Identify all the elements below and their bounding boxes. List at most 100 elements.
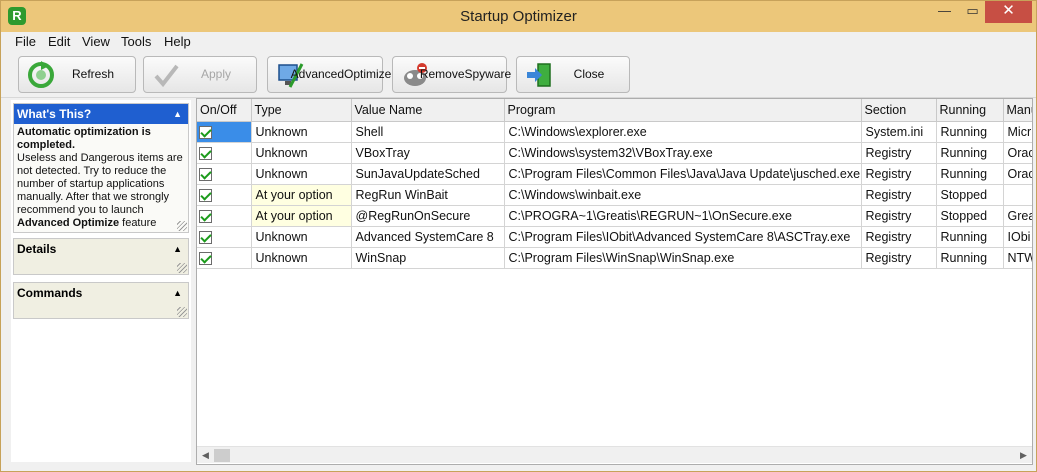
- checkbox-checked-icon[interactable]: [199, 125, 212, 139]
- table-row[interactable]: Unknown WinSnap C:\Program Files\WinSnap…: [197, 247, 1032, 269]
- menu-help[interactable]: Help: [164, 34, 191, 49]
- checkmark-icon: [154, 64, 179, 88]
- maximize-button[interactable]: ▭: [959, 1, 986, 23]
- checkbox-checked-icon[interactable]: [199, 188, 212, 202]
- advanced-optimize-button[interactable]: Advanced Optimize: [267, 56, 392, 93]
- cell-type: Unknown: [251, 163, 352, 185]
- refresh-button[interactable]: Refresh: [18, 56, 136, 93]
- cell-program: C:\Program Files\Common Files\Java\Java …: [504, 163, 862, 185]
- whats-this-text: Useless and Dangerous items are not dete…: [17, 152, 183, 216]
- resize-grip-icon[interactable]: [177, 263, 187, 273]
- close-label: Close: [573, 67, 605, 81]
- advanced-optimize-label: Advanced Optimize: [291, 57, 392, 92]
- row-checkbox[interactable]: [197, 184, 252, 206]
- row-checkbox[interactable]: [197, 205, 252, 227]
- checkbox-checked-icon[interactable]: [199, 167, 212, 181]
- whats-this-header[interactable]: What's This? ▲: [14, 104, 188, 124]
- commands-title: Commands: [17, 286, 83, 300]
- cell-manufacturer: [1003, 184, 1032, 206]
- minimize-button[interactable]: —: [931, 1, 958, 23]
- cell-type: At your option: [251, 184, 352, 206]
- table-row[interactable]: At your option @RegRunOnSecure C:\PROGRA…: [197, 205, 1032, 227]
- col-program[interactable]: Program: [504, 99, 862, 122]
- cell-type: Unknown: [251, 247, 352, 269]
- horizontal-scrollbar[interactable]: ◀ ▶: [197, 446, 1032, 463]
- advanced-label-line2: Optimize: [344, 67, 392, 81]
- table-header: On/Off Type Value Name Program Section R…: [197, 99, 1032, 122]
- scrollbar-thumb[interactable]: [214, 449, 230, 462]
- table-row[interactable]: Unknown Advanced SystemCare 8 C:\Program…: [197, 226, 1032, 248]
- row-checkbox[interactable]: [197, 247, 252, 269]
- scroll-right-icon[interactable]: ▶: [1015, 447, 1032, 464]
- cell-section: Registry: [861, 142, 937, 164]
- cell-type: Unknown: [251, 226, 352, 248]
- collapse-icon[interactable]: ▲: [173, 239, 182, 259]
- whats-this-body: Automatic optimization is completed. Use…: [14, 124, 188, 232]
- table-row[interactable]: Unknown VBoxTray C:\Windows\system32\VBo…: [197, 142, 1032, 164]
- cell-section: Registry: [861, 205, 937, 227]
- cell-running: Running: [936, 226, 1004, 248]
- menu-tools[interactable]: Tools: [121, 34, 151, 49]
- collapse-icon[interactable]: ▲: [173, 104, 182, 124]
- collapse-icon[interactable]: ▲: [173, 283, 182, 303]
- details-header[interactable]: Details ▲: [14, 239, 188, 259]
- cell-manufacturer: Grea: [1003, 205, 1032, 227]
- table-row[interactable]: At your option RegRun WinBait C:\Windows…: [197, 184, 1032, 206]
- refresh-icon: [28, 61, 54, 88]
- details-panel: Details ▲: [13, 238, 189, 275]
- cell-section: Registry: [861, 163, 937, 185]
- cell-section: Registry: [861, 226, 937, 248]
- window-title: Startup Optimizer: [460, 8, 577, 25]
- whats-this-title: What's This?: [17, 107, 92, 121]
- remove-spyware-button[interactable]: Remove Spyware: [392, 56, 511, 93]
- whats-this-link: Advanced Optimize: [17, 217, 120, 229]
- close-button[interactable]: Close: [516, 56, 630, 93]
- commands-panel: Commands ▲: [13, 282, 189, 319]
- cell-type: Unknown: [251, 121, 352, 143]
- cell-manufacturer: Orac: [1003, 142, 1032, 164]
- commands-header[interactable]: Commands ▲: [14, 283, 188, 303]
- col-type[interactable]: Type: [251, 99, 352, 122]
- scroll-left-icon[interactable]: ◀: [197, 447, 214, 464]
- checkbox-checked-icon[interactable]: [199, 230, 212, 244]
- table-row[interactable]: Unknown SunJavaUpdateSched C:\Program Fi…: [197, 163, 1032, 185]
- checkbox-checked-icon[interactable]: [199, 251, 212, 265]
- close-window-button[interactable]: ✕: [985, 1, 1032, 23]
- whats-this-panel: What's This? ▲ Automatic optimization is…: [13, 103, 189, 233]
- row-checkbox[interactable]: [197, 142, 252, 164]
- cell-manufacturer: NTW: [1003, 247, 1032, 269]
- menu-edit[interactable]: Edit: [48, 34, 70, 49]
- toolbar: Refresh Apply Advanced Optimize Remove S…: [1, 51, 1036, 98]
- details-title: Details: [17, 242, 57, 256]
- checkbox-checked-icon[interactable]: [199, 209, 212, 223]
- col-running[interactable]: Running: [936, 99, 1004, 122]
- cell-value-name: Advanced SystemCare 8: [351, 226, 505, 248]
- apply-button[interactable]: Apply: [143, 56, 257, 93]
- col-value-name[interactable]: Value Name: [351, 99, 505, 122]
- exit-door-icon: [527, 63, 551, 87]
- col-on-off[interactable]: On/Off: [197, 99, 252, 122]
- resize-grip-icon[interactable]: [177, 307, 187, 317]
- apply-label: Apply: [200, 67, 232, 81]
- menu-bar: File Edit View Tools Help: [1, 32, 1036, 51]
- row-checkbox[interactable]: [197, 226, 252, 248]
- cell-value-name: Shell: [351, 121, 505, 143]
- whats-this-tail: feature: [122, 217, 157, 229]
- cell-value-name: @RegRunOnSecure: [351, 205, 505, 227]
- row-checkbox[interactable]: [197, 121, 252, 143]
- cell-value-name: SunJavaUpdateSched: [351, 163, 505, 185]
- resize-grip-icon[interactable]: [177, 221, 187, 231]
- checkbox-checked-icon[interactable]: [199, 146, 212, 160]
- cell-type: Unknown: [251, 142, 352, 164]
- spyware-label-line2: Spyware: [464, 67, 512, 81]
- col-manufacturer[interactable]: Manu: [1003, 99, 1032, 122]
- row-checkbox[interactable]: [197, 163, 252, 185]
- menu-view[interactable]: View: [82, 34, 110, 49]
- cell-running: Stopped: [936, 205, 1004, 227]
- col-section[interactable]: Section: [861, 99, 937, 122]
- menu-file[interactable]: File: [15, 34, 36, 49]
- title-bar[interactable]: R Startup Optimizer — ▭ ✕: [1, 1, 1036, 32]
- cell-manufacturer: Micr: [1003, 121, 1032, 143]
- cell-value-name: WinSnap: [351, 247, 505, 269]
- table-row[interactable]: Unknown Shell C:\Windows\explorer.exe Sy…: [197, 121, 1032, 143]
